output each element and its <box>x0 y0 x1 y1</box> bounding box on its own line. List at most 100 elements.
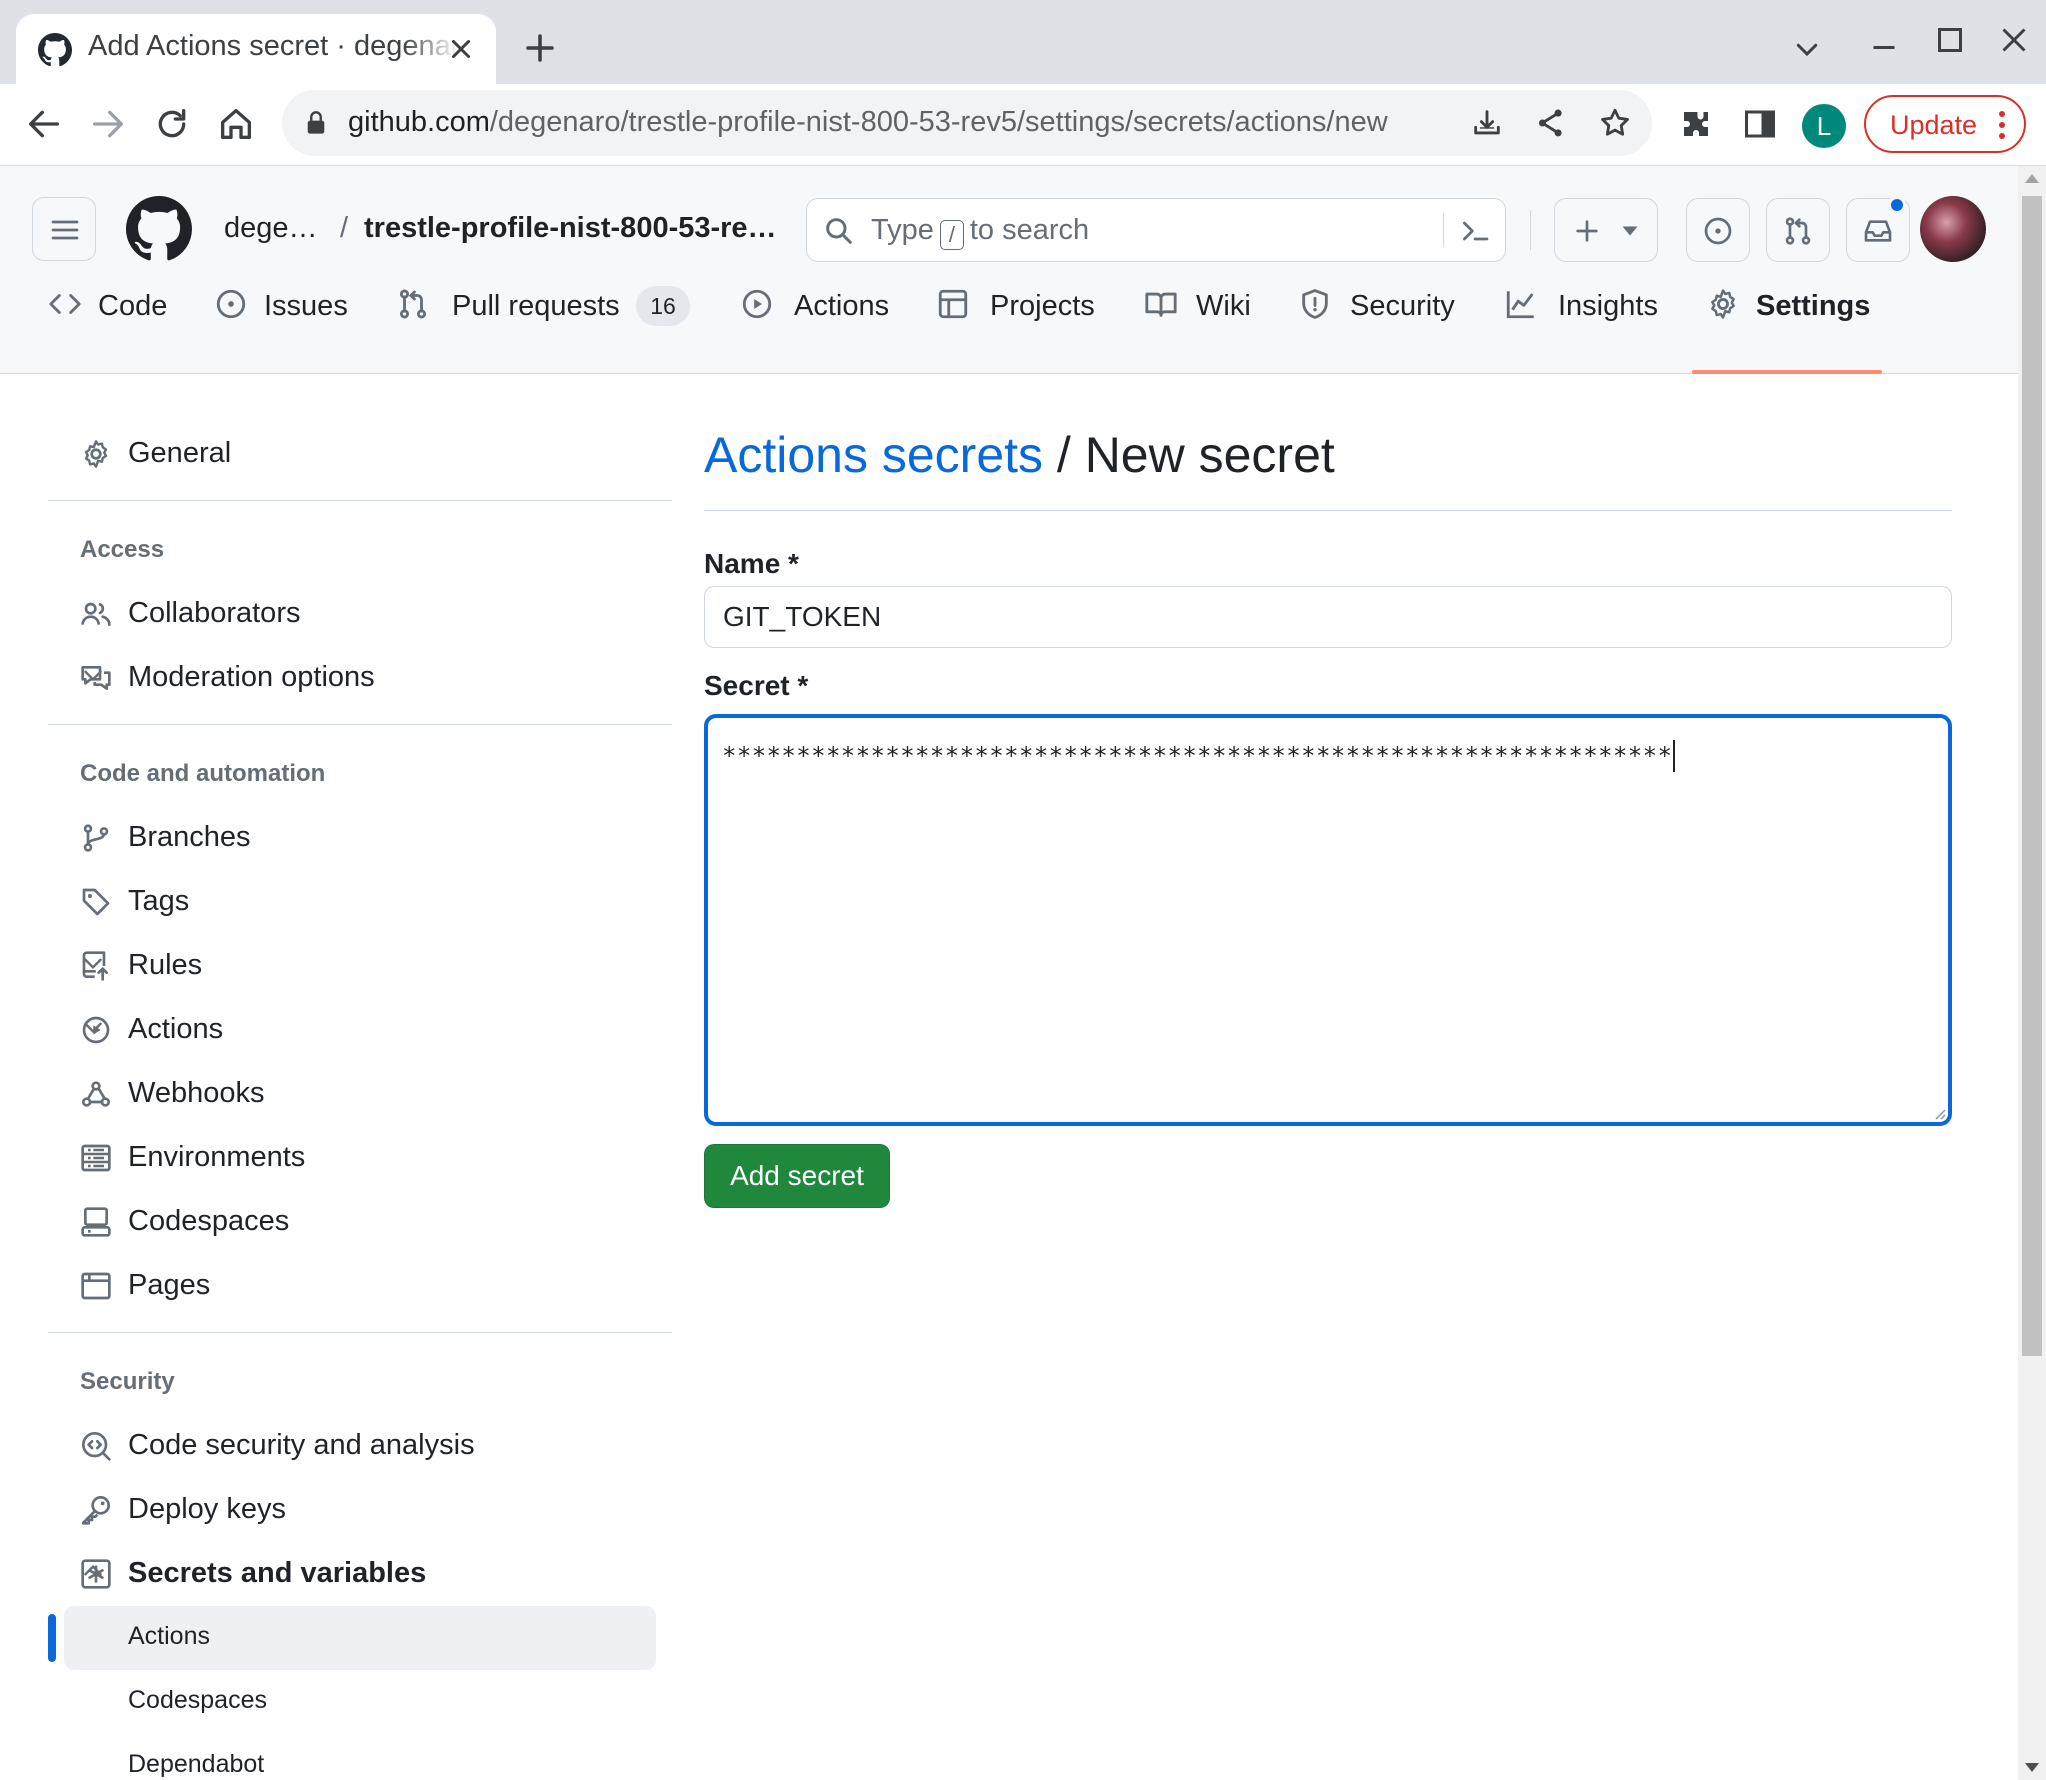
close-window-icon[interactable] <box>1996 22 2032 58</box>
sidebar-heading-security: Security <box>80 1368 175 1395</box>
url-text: github.com/degenaro/trestle-profile-nist… <box>348 106 1388 139</box>
triangle-down-icon <box>1622 226 1638 236</box>
repo-owner-link[interactable]: dege… <box>224 212 318 245</box>
gear-icon <box>84 440 108 468</box>
search-divider <box>1443 213 1444 247</box>
browser-update-button[interactable]: Update <box>1864 95 2026 153</box>
codescan-icon <box>82 1432 111 1461</box>
server-icon <box>81 1144 111 1172</box>
pull-request-icon <box>399 289 427 319</box>
browser-toolbar: github.com/degenaro/trestle-profile-nist… <box>0 84 2046 166</box>
chevron-up-icon[interactable] <box>80 1558 106 1584</box>
hamburger-icon <box>51 220 79 240</box>
actions-secrets-breadcrumb-link[interactable]: Actions secrets <box>704 427 1043 483</box>
git-pull-request-icon <box>1785 217 1811 245</box>
lock-icon[interactable] <box>304 110 328 136</box>
search-shortcut-key: / <box>939 220 964 250</box>
sidebar-subitem-actions[interactable]: Actions <box>128 1622 210 1651</box>
git-branch-icon <box>83 824 109 852</box>
extensions-puzzle-icon[interactable] <box>1678 106 1714 142</box>
scroll-down-arrow-icon[interactable] <box>2025 1763 2039 1772</box>
codespaces-icon <box>81 1207 111 1237</box>
sidebar-item-codespaces-label: Codespaces <box>128 1205 290 1237</box>
url-path: /degenaro/trestle-profile-nist-800-53-re… <box>489 106 1388 138</box>
sidebar-item-general-label: General <box>128 437 232 469</box>
page-title: Actions secrets / New secret <box>704 426 1335 484</box>
repo-nav: Code Issues Pull requests 16 Actions Pro… <box>0 262 2018 374</box>
user-avatar[interactable] <box>1920 196 1986 262</box>
tab-wiki-label: Wiki <box>1196 290 1251 322</box>
github-favicon-icon <box>38 33 72 67</box>
minimize-icon[interactable] <box>1866 22 1902 58</box>
tab-title: Add Actions secret · degenaro/trestle-pr… <box>88 30 458 62</box>
create-new-button[interactable] <box>1554 198 1658 262</box>
tag-icon <box>82 888 110 916</box>
text-caret <box>1673 740 1676 772</box>
sidebar-item-collaborators-label: Collaborators <box>128 597 301 629</box>
command-palette-icon[interactable] <box>1459 215 1491 247</box>
sidebar-item-actions-label: Actions <box>128 1013 224 1045</box>
sidebar-item-environments-label: Environments <box>128 1141 306 1173</box>
maximize-icon[interactable] <box>1932 22 1968 58</box>
page-scrollbar[interactable] <box>2018 166 2046 1780</box>
chevron-down-icon[interactable] <box>80 950 106 976</box>
key-icon <box>82 1496 110 1525</box>
scroll-up-arrow-icon[interactable] <box>2025 174 2039 183</box>
reload-icon[interactable] <box>152 104 192 144</box>
sidebar-item-pages-label: Pages <box>128 1269 211 1301</box>
sidebar-subitem-dependabot[interactable]: Dependabot <box>128 1750 264 1779</box>
browser-tab[interactable]: Add Actions secret · degenaro/trestle-pr… <box>16 14 496 84</box>
bookmark-star-icon[interactable] <box>1598 106 1632 140</box>
sidebar-divider <box>48 500 672 501</box>
search-placeholder-before: Type <box>871 214 934 246</box>
title-divider <box>704 510 1952 511</box>
search-input[interactable]: Type / to search <box>806 198 1506 262</box>
side-panel-icon[interactable] <box>1742 106 1778 142</box>
play-icon <box>742 289 772 319</box>
back-arrow-icon[interactable] <box>24 104 64 144</box>
sidebar-item-moderation-label: Moderation options <box>128 661 375 693</box>
chevron-down-icon[interactable] <box>80 662 106 688</box>
secret-name-input[interactable] <box>704 586 1952 648</box>
sidebar-item-tags-label: Tags <box>128 885 190 917</box>
secret-value-textarea[interactable]: ****************************************… <box>704 714 1952 1126</box>
address-bar[interactable]: github.com/degenaro/trestle-profile-nist… <box>282 90 1652 156</box>
tab-code-label: Code <box>98 290 168 322</box>
home-icon[interactable] <box>216 104 256 144</box>
tab-actions-label: Actions <box>794 290 890 322</box>
new-tab-icon[interactable] <box>522 30 558 66</box>
share-icon[interactable] <box>1534 106 1568 140</box>
install-app-icon[interactable] <box>1470 106 1504 140</box>
issue-opened-icon <box>1704 217 1732 245</box>
tab-security-label: Security <box>1350 290 1455 322</box>
sidebar-subitem-codespaces[interactable]: Codespaces <box>128 1686 267 1715</box>
name-field-label: Name * <box>704 548 799 579</box>
table-icon <box>938 289 968 319</box>
global-nav-menu-button[interactable] <box>32 197 96 261</box>
forward-arrow-icon[interactable] <box>88 104 128 144</box>
chevron-down-icon[interactable] <box>1792 34 1822 64</box>
secret-field-label: Secret * <box>704 670 809 701</box>
tab-settings-label: Settings <box>1756 290 1871 322</box>
scrollbar-thumb[interactable] <box>2022 196 2042 1356</box>
sidebar-active-indicator <box>48 1614 56 1662</box>
sidebar-item-deploy-keys-label: Deploy keys <box>128 1493 286 1525</box>
add-secret-button[interactable]: Add secret <box>704 1144 890 1208</box>
github-logo-icon[interactable] <box>126 196 192 262</box>
resize-handle-icon[interactable] <box>1932 1106 1946 1120</box>
github-header: dege… / trestle-profile-nist-800-53-re… … <box>0 166 2018 374</box>
shield-icon <box>1302 289 1328 319</box>
notification-indicator <box>1888 196 1906 214</box>
selected-tab-underline <box>1692 370 1882 374</box>
pull-requests-button[interactable] <box>1766 198 1830 262</box>
search-icon <box>826 218 852 244</box>
update-label: Update <box>1890 110 1978 140</box>
close-tab-icon[interactable] <box>446 34 476 64</box>
sidebar-item-code-security-label: Code security and analysis <box>128 1429 475 1461</box>
repo-name-link[interactable]: trestle-profile-nist-800-53-re… <box>364 212 777 245</box>
issues-button[interactable] <box>1686 198 1750 262</box>
chevron-down-icon[interactable] <box>80 1014 106 1040</box>
tab-insights-label: Insights <box>1558 290 1658 322</box>
browser-profile-avatar[interactable]: L <box>1802 104 1846 148</box>
browser-icon <box>81 1272 111 1300</box>
